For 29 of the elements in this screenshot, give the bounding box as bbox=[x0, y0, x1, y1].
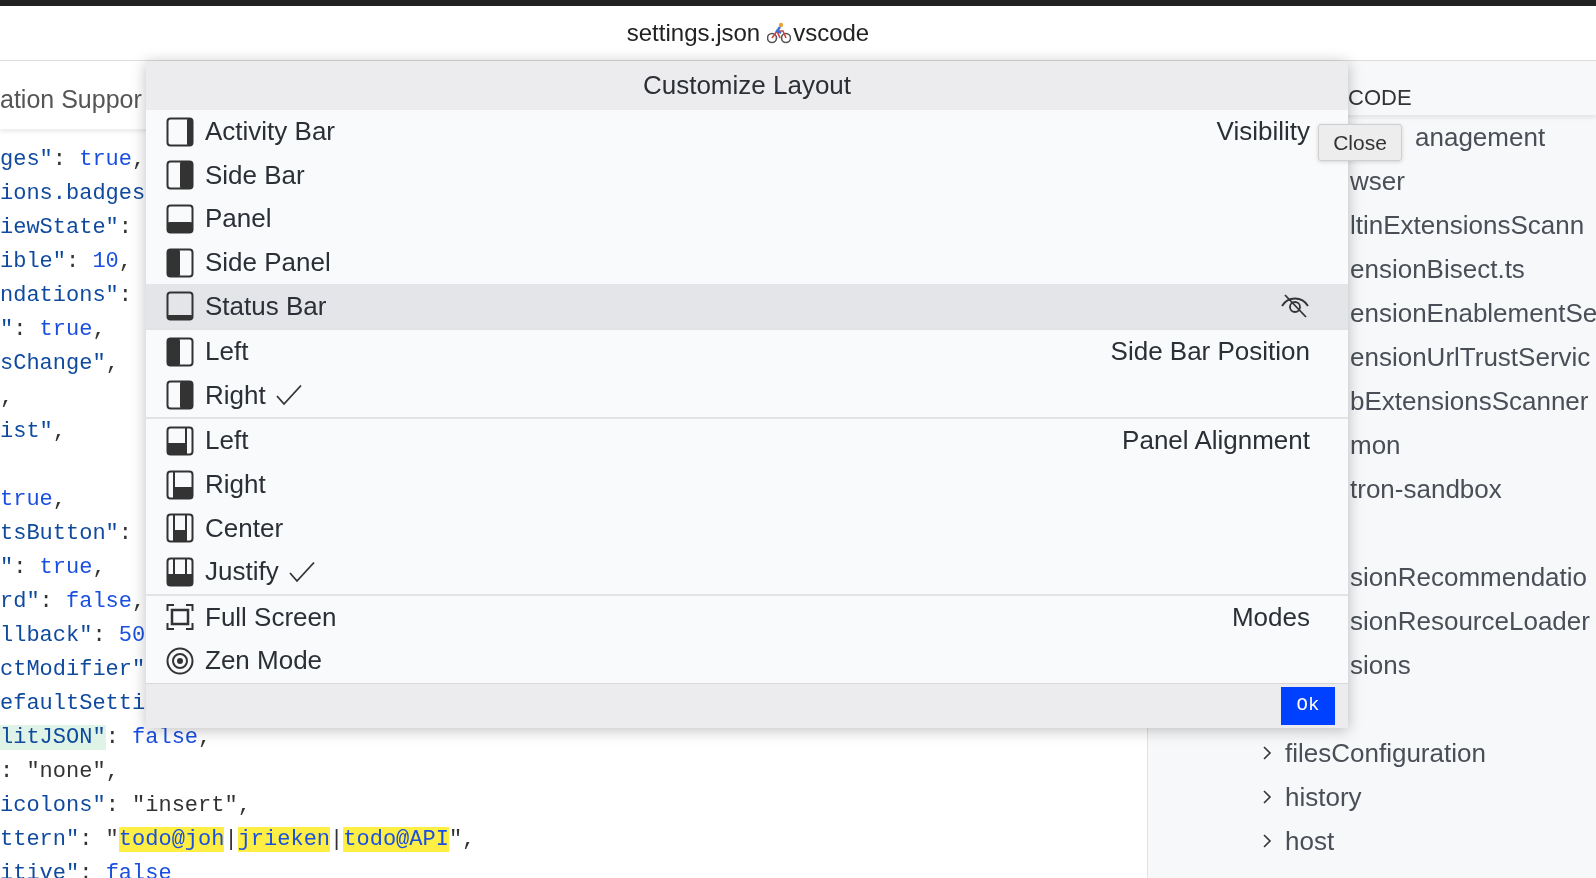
code-line: ist", bbox=[0, 418, 66, 446]
code-line: litJSON": false, bbox=[0, 724, 212, 752]
section-label: Panel Alignment bbox=[1122, 424, 1310, 458]
window-title: vscode bbox=[793, 18, 870, 48]
section-header: CODE bbox=[1348, 85, 1412, 110]
code-line: ndations": bbox=[0, 282, 133, 310]
code-line: ttern": "todo@joh|jrieken|todo@API", bbox=[0, 826, 476, 854]
code-line: ges": true, bbox=[0, 146, 146, 174]
code-line: sChange", bbox=[0, 350, 119, 378]
code-line: ions.badges bbox=[0, 180, 146, 208]
code-line: , bbox=[0, 384, 14, 412]
code-line: icolons": "insert", bbox=[0, 792, 251, 820]
code-line: true, bbox=[0, 486, 66, 514]
code-line: tsButton": bbox=[0, 520, 133, 548]
section-label: Visibility bbox=[1216, 115, 1310, 149]
code-line: efaultSetti bbox=[0, 690, 146, 718]
dialog-title: Customize Layout bbox=[642, 69, 852, 102]
close-tooltip: Close bbox=[1318, 124, 1402, 161]
code-line: ": true, bbox=[0, 316, 106, 344]
code-line: : "none", bbox=[0, 758, 119, 786]
code-line: ctModifier" bbox=[0, 656, 146, 684]
section-label: Modes bbox=[1231, 600, 1310, 634]
code-line: rd": false, bbox=[0, 588, 146, 616]
code-line: ible": 10, bbox=[0, 248, 133, 276]
code-line: llback": 50 bbox=[0, 622, 146, 650]
code-line: ": true, bbox=[0, 554, 106, 582]
section-label: Side Bar Position bbox=[1110, 335, 1310, 369]
code-line: iewState": bbox=[0, 214, 133, 242]
window-title: settings.json bbox=[626, 18, 761, 48]
